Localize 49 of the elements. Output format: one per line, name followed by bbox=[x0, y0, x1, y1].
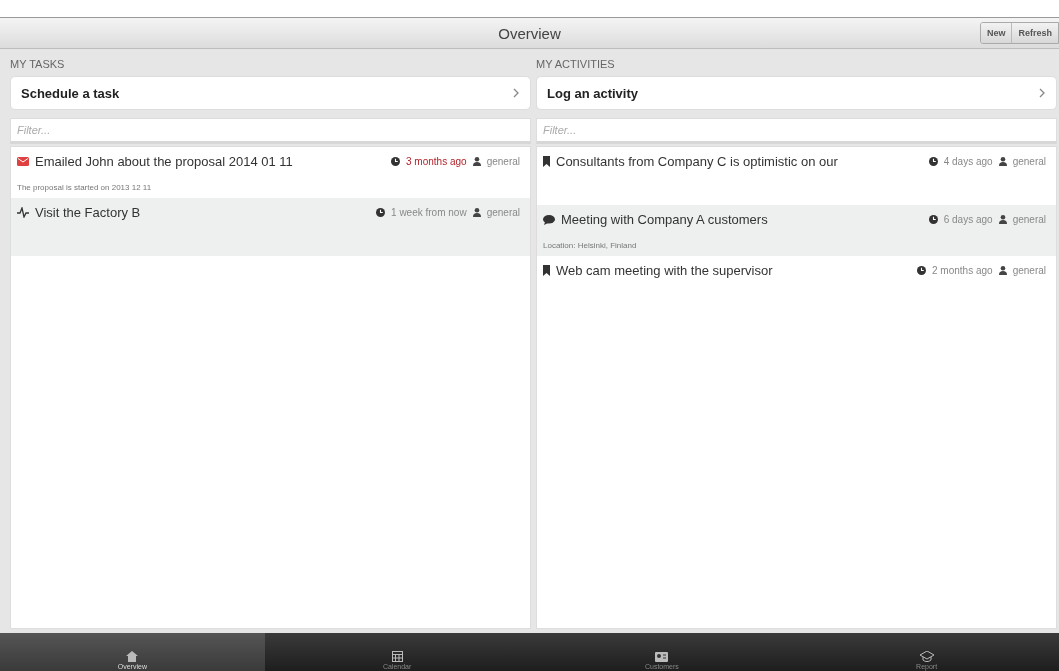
item-time: 6 days ago bbox=[943, 214, 993, 225]
filter-field[interactable]: Filter... bbox=[10, 118, 531, 144]
person-icon bbox=[472, 208, 481, 217]
page-title: Overview bbox=[498, 24, 561, 42]
pulse-icon bbox=[17, 207, 29, 218]
chevron-icon bbox=[1038, 88, 1046, 98]
clock-icon bbox=[391, 157, 401, 166]
item-title: Meeting with Company A customers bbox=[561, 212, 769, 227]
person-icon bbox=[998, 266, 1007, 275]
action-row[interactable]: Schedule a task bbox=[10, 76, 531, 110]
section-heading: MY TASKS bbox=[10, 57, 66, 72]
calendar-icon bbox=[391, 651, 403, 662]
item-owner: general bbox=[1012, 214, 1046, 225]
person-icon bbox=[472, 157, 481, 166]
clock-icon bbox=[928, 215, 938, 224]
graduation-cap-icon bbox=[919, 651, 934, 662]
item-owner: general bbox=[486, 207, 520, 218]
item-title: Web cam meeting with the supervisor bbox=[556, 263, 774, 278]
chevron-icon bbox=[512, 88, 520, 98]
person-icon bbox=[998, 157, 1007, 166]
clock-icon bbox=[928, 157, 938, 166]
filter-field[interactable]: Filter... bbox=[536, 118, 1057, 144]
person-icon bbox=[998, 215, 1007, 224]
item-time: 3 months ago bbox=[406, 156, 467, 167]
section-heading: MY ACTIVITIES bbox=[536, 57, 616, 72]
speech-bubble-icon bbox=[543, 214, 555, 225]
item-note: Location: Helsinki, Finland bbox=[543, 240, 638, 250]
home-icon bbox=[126, 651, 139, 662]
clock-icon bbox=[917, 266, 927, 275]
item-time: 4 days ago bbox=[943, 156, 993, 167]
item-title: Visit the Factory B bbox=[35, 205, 142, 220]
id-card-icon bbox=[655, 652, 669, 662]
header-button[interactable]: New bbox=[980, 23, 1012, 43]
item-note: The proposal is started on 2013 12 11 bbox=[17, 182, 153, 192]
item-title: Consultants from Company C is optimistic on our bbox=[556, 154, 839, 169]
item-owner: general bbox=[486, 156, 520, 167]
item-owner: general bbox=[1012, 265, 1046, 276]
bookmark-icon bbox=[543, 265, 550, 276]
envelope-icon bbox=[17, 157, 29, 166]
header-button[interactable]: Refresh bbox=[1011, 23, 1058, 43]
item-owner: general bbox=[1012, 156, 1046, 167]
item-time: 2 months ago bbox=[932, 265, 993, 276]
clock-icon bbox=[376, 208, 386, 217]
bookmark-icon bbox=[543, 156, 550, 167]
list-item[interactable]: Meeting with Company A customers 6 days ago general Location: Helsinki, Finland bbox=[537, 205, 1056, 256]
item-time: 1 week from now bbox=[391, 207, 467, 218]
list-item[interactable]: Visit the Factory B 1 week from now general bbox=[11, 198, 530, 256]
action-row[interactable]: Log an activity bbox=[536, 76, 1057, 110]
item-title: Emailed John about the proposal 2014 01 11 bbox=[35, 154, 294, 169]
